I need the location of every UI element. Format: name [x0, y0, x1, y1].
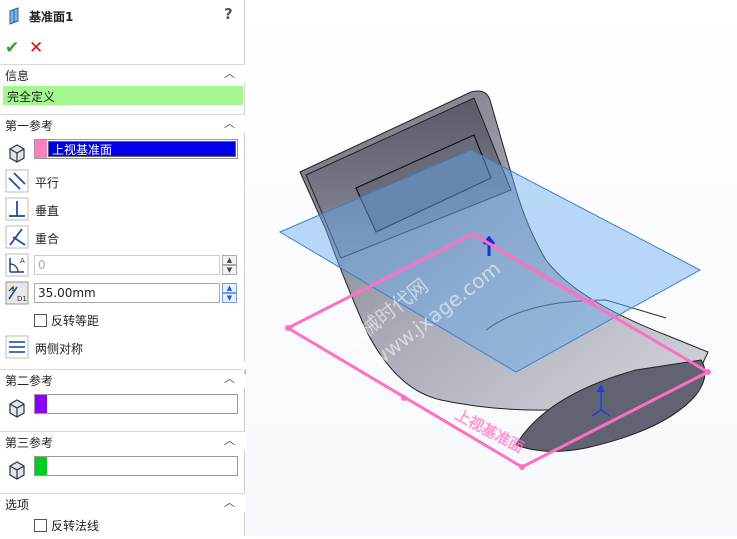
third-reference-color-swatch — [35, 457, 47, 475]
offset-distance-icon[interactable]: D1 — [5, 281, 29, 305]
property-manager: 基准面1 ? ✔ ✕ 信息 ︿ 完全定义 第一参考 ︿ 上视基准面 平行 垂直 — [0, 0, 245, 536]
first-reference-color-swatch — [35, 140, 47, 158]
feature-title: 基准面1 — [29, 10, 74, 24]
chevron-up-icon[interactable]: ︿ — [224, 432, 235, 448]
third-reference-header[interactable]: 第三参考 ︿ — [0, 431, 245, 450]
info-section-label: 信息 — [5, 69, 30, 83]
first-reference-selection-box[interactable]: 上视基准面 — [34, 139, 238, 159]
title-bar: 基准面1 ? — [0, 0, 245, 32]
coincident-icon[interactable] — [5, 225, 29, 249]
plane-edge-handle[interactable] — [401, 395, 407, 401]
second-reference-color-swatch — [35, 395, 47, 413]
spin-up-icon[interactable]: ▲ — [222, 255, 237, 265]
svg-text:A: A — [20, 257, 25, 265]
reference-entity-icon — [9, 144, 25, 163]
third-reference-label: 第三参考 — [5, 436, 54, 450]
chevron-up-icon[interactable]: ︿ — [224, 494, 235, 510]
first-reference-selected-item[interactable]: 上视基准面 — [48, 141, 236, 157]
chevron-up-icon[interactable]: ︿ — [224, 115, 235, 131]
parallel-label[interactable]: 平行 — [35, 174, 59, 191]
model-view[interactable]: 上视基准面 机械时代网 www.jxage.com — [246, 0, 737, 536]
flip-offset-checkbox[interactable] — [34, 314, 47, 327]
perpendicular-icon[interactable] — [5, 197, 29, 221]
svg-text:D1: D1 — [17, 295, 27, 303]
offset-distance-spinner[interactable]: ▲ ▼ — [222, 283, 237, 303]
flip-normal-checkbox[interactable] — [34, 519, 47, 532]
offset-distance-input[interactable]: 35.00mm — [34, 283, 220, 303]
chevron-up-icon[interactable]: ︿ — [224, 370, 235, 386]
help-button[interactable]: ? — [224, 5, 233, 23]
second-reference-header[interactable]: 第二参考 ︿ — [0, 369, 245, 388]
first-reference-header[interactable]: 第一参考 ︿ — [0, 114, 245, 133]
angle-spinner[interactable]: ▲ ▼ — [222, 255, 237, 275]
coincident-label[interactable]: 重合 — [35, 230, 59, 247]
status-text: 完全定义 — [7, 90, 56, 104]
info-section-header[interactable]: 信息 ︿ — [0, 64, 245, 83]
ok-button[interactable]: ✔ — [5, 38, 19, 58]
flip-offset-label[interactable]: 反转等距 — [51, 312, 99, 329]
reference-entity-icon — [9, 461, 25, 480]
third-reference-selection-box[interactable] — [34, 456, 238, 476]
plane-corner-handle[interactable] — [285, 325, 291, 331]
graphics-viewport[interactable]: 上视基准面 机械时代网 www.jxage.com — [246, 0, 737, 536]
spin-up-icon[interactable]: ▲ — [222, 283, 237, 293]
angle-input[interactable]: 0 — [34, 255, 220, 275]
perpendicular-label[interactable]: 垂直 — [35, 202, 59, 219]
options-header[interactable]: 选项 ︿ — [0, 493, 245, 512]
chevron-up-icon[interactable]: ︿ — [224, 65, 235, 81]
options-label: 选项 — [5, 498, 30, 512]
mid-plane-label[interactable]: 两侧对称 — [35, 340, 83, 357]
plane-feature-icon — [9, 7, 19, 25]
plane-corner-handle[interactable] — [705, 369, 711, 375]
reference-entity-icon — [9, 399, 25, 418]
spin-down-icon[interactable]: ▼ — [222, 265, 237, 275]
spin-down-icon[interactable]: ▼ — [222, 293, 237, 303]
plane-edge-handle[interactable] — [589, 299, 595, 305]
second-reference-selection-box[interactable] — [34, 394, 238, 414]
angle-icon[interactable]: A — [5, 253, 29, 277]
mid-plane-icon[interactable] — [5, 335, 29, 359]
status-message: 完全定义 — [3, 86, 243, 105]
first-reference-label: 第一参考 — [5, 119, 54, 133]
cancel-button[interactable]: ✕ — [29, 38, 43, 58]
parallel-icon[interactable] — [5, 169, 29, 193]
flip-normal-label[interactable]: 反转法线 — [51, 517, 99, 534]
plane-corner-handle[interactable] — [519, 464, 525, 470]
second-reference-label: 第二参考 — [5, 374, 54, 388]
